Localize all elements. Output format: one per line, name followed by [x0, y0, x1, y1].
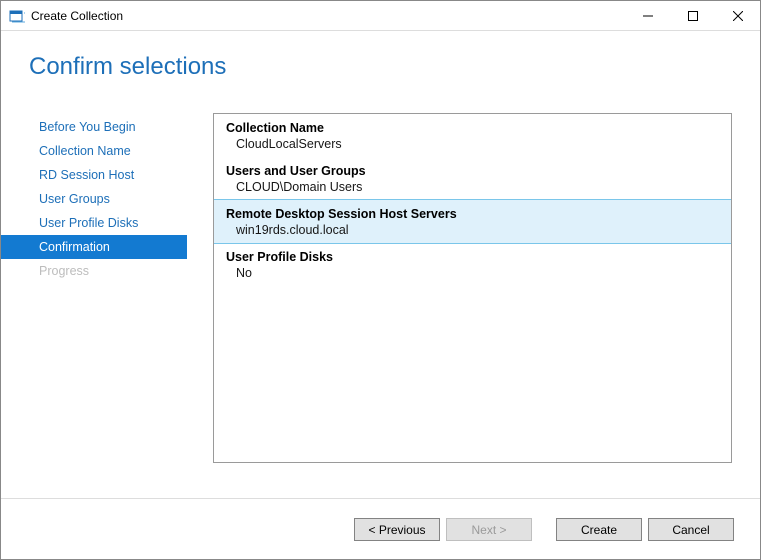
summary-section[interactable]: Remote Desktop Session Host Servers win19…: [213, 199, 732, 244]
summary-section-label: Collection Name: [226, 121, 719, 135]
summary-section[interactable]: Collection Name CloudLocalServers: [214, 114, 731, 157]
app-icon: [9, 8, 25, 24]
summary-section-value: CLOUD\Domain Users: [226, 180, 719, 194]
wizard-step[interactable]: Confirmation: [1, 235, 187, 259]
summary-panel: Collection Name CloudLocalServers Users an…: [213, 113, 732, 463]
close-button[interactable]: [715, 1, 760, 30]
maximize-button[interactable]: [670, 1, 715, 30]
wizard-step[interactable]: Before You Begin: [1, 115, 187, 139]
minimize-button[interactable]: [625, 1, 670, 30]
summary-section[interactable]: Users and User Groups CLOUD\Domain Users: [214, 157, 731, 200]
window-controls: [625, 1, 760, 30]
wizard-footer: < Previous Next > Create Cancel: [1, 498, 760, 560]
summary-section-value: CloudLocalServers: [226, 137, 719, 151]
wizard-step[interactable]: User Groups: [1, 187, 187, 211]
wizard-steps-sidebar: Before You BeginCollection NameRD Sessio…: [1, 101, 187, 498]
summary-section-value: win19rds.cloud.local: [226, 223, 719, 237]
wizard-step[interactable]: Collection Name: [1, 139, 187, 163]
titlebar: Create Collection: [1, 1, 760, 31]
summary-section[interactable]: User Profile Disks No: [214, 243, 731, 286]
page-title: Confirm selections: [29, 53, 760, 81]
summary-section-label: User Profile Disks: [226, 250, 719, 264]
wizard-step[interactable]: RD Session Host: [1, 163, 187, 187]
summary-section-label: Users and User Groups: [226, 164, 719, 178]
page-header: Confirm selections: [1, 31, 760, 101]
wizard-step: Progress: [1, 259, 187, 283]
create-button[interactable]: Create: [556, 518, 642, 541]
next-button: Next >: [446, 518, 532, 541]
window-title: Create Collection: [31, 9, 625, 23]
summary-section-label: Remote Desktop Session Host Servers: [226, 207, 719, 221]
previous-button[interactable]: < Previous: [354, 518, 440, 541]
summary-section-value: No: [226, 266, 719, 280]
cancel-button[interactable]: Cancel: [648, 518, 734, 541]
wizard-step[interactable]: User Profile Disks: [1, 211, 187, 235]
